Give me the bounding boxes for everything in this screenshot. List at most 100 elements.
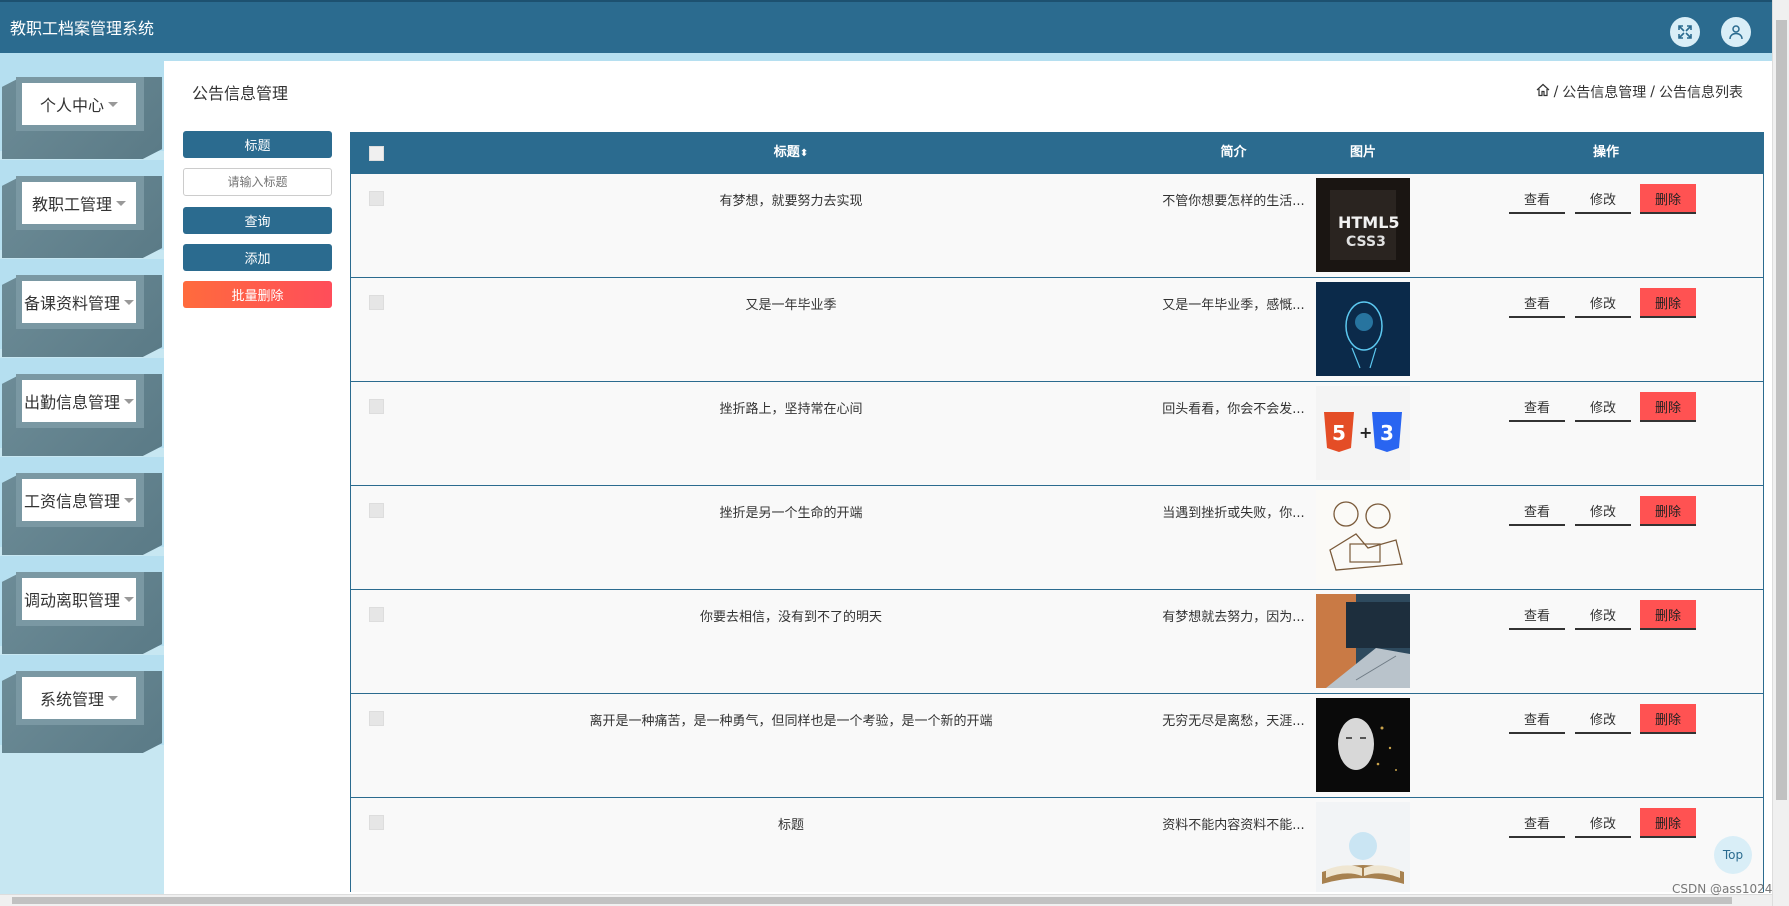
vertical-scrollbar[interactable] [1772,0,1789,906]
table-row: 你要去相信，没有到不了的明天 有梦想就去努力，因为... 查看 修改 删除 [351,590,1763,694]
row-title: 挫折是另一个生命的开端 [719,506,863,521]
delete-button[interactable]: 删除 [1640,392,1696,422]
title-field-label: 标题 [183,131,332,158]
edit-button[interactable]: 修改 [1575,704,1631,734]
query-button[interactable]: 查询 [183,207,332,234]
column-header-image: 图片 [1349,145,1376,160]
breadcrumb-level-2: 公告信息列表 [1659,85,1743,101]
edit-button[interactable]: 修改 [1575,496,1631,526]
delete-button[interactable]: 删除 [1640,288,1696,318]
edit-button[interactable]: 修改 [1575,288,1631,318]
sidebar-item-personal-center[interactable]: 个人中心 [0,61,164,159]
view-button[interactable]: 查看 [1509,392,1565,422]
delete-button[interactable]: 删除 [1640,600,1696,630]
page-title: 公告信息管理 [192,84,289,103]
table-row: 又是一年毕业季 又是一年毕业季，感慨... 查看 修改 删除 [351,278,1763,382]
row-title: 标题 [777,818,804,833]
sidebar-item-label: 出勤信息管理 [23,393,120,412]
search-input[interactable] [183,168,332,196]
header-underline [0,53,1772,61]
row-image [1316,490,1410,584]
row-title: 挫折路上，坚持常在心间 [719,402,863,417]
notice-table: 标题⬍ 简介 图片 操作 有梦想，就要努力去实现 不管你想要怎样的生活... H… [350,132,1764,892]
sidebar-item-label: 系统管理 [39,690,104,709]
chevron-down-icon [124,497,134,503]
column-header-title[interactable]: 标题⬍ [501,132,1081,174]
sort-icon[interactable]: ⬍ [800,148,808,159]
edit-button[interactable]: 修改 [1575,808,1631,838]
watermark: CSDN @ass1024 [1672,882,1773,896]
expand-icon[interactable] [1670,17,1700,47]
view-button[interactable]: 查看 [1509,288,1565,318]
sidebar-item-transfer-resign[interactable]: 调动离职管理 [0,556,164,654]
batch-delete-button[interactable]: 批量删除 [183,281,332,308]
table-row: 挫折是另一个生命的开端 当遇到挫折或失败，你... 查看 修改 删除 [351,486,1763,590]
horizontal-scrollbar[interactable] [0,894,1772,906]
edit-button[interactable]: 修改 [1575,600,1631,630]
delete-button[interactable]: 删除 [1640,808,1696,838]
row-image [1316,594,1410,688]
back-to-top-button[interactable]: Top [1714,836,1752,874]
view-button[interactable]: 查看 [1509,704,1565,734]
sidebar-item-label: 个人中心 [39,96,104,115]
row-checkbox[interactable] [369,815,384,830]
view-button[interactable]: 查看 [1509,496,1565,526]
user-icon[interactable] [1721,17,1751,47]
sidebar-item-label: 教职工管理 [31,195,112,214]
svg-text:+: + [1359,423,1372,442]
svg-text:5: 5 [1332,421,1346,445]
delete-button[interactable]: 删除 [1640,184,1696,214]
chevron-down-icon [116,200,126,206]
view-button[interactable]: 查看 [1509,600,1565,630]
chevron-down-icon [108,101,118,107]
sidebar-item-label: 工资信息管理 [23,492,120,511]
sidebar-item-system[interactable]: 系统管理 [0,655,164,753]
scrollbar-thumb[interactable] [12,897,1732,904]
svg-text:HTML5: HTML5 [1338,213,1400,232]
row-title: 有梦想，就要努力去实现 [719,194,863,209]
row-image [1316,802,1410,892]
svg-text:3: 3 [1380,421,1394,445]
table-row: 挫折路上，坚持常在心间 回头看看，你会不会发... 5 +3 查看 修改 删除 [351,382,1763,486]
row-title: 离开是一种痛苦，是一种勇气，但同样也是一个考验，是一个新的开端 [589,714,993,729]
table-header: 标题⬍ 简介 图片 操作 [351,132,1763,174]
sidebar-item-label: 调动离职管理 [23,591,120,610]
edit-button[interactable]: 修改 [1575,392,1631,422]
breadcrumb-separator: / [1650,84,1655,100]
sidebar-item-salary[interactable]: 工资信息管理 [0,457,164,555]
sidebar-item-label: 备课资料管理 [23,294,120,313]
row-image: HTML5 CSS3 [1316,178,1410,272]
row-checkbox[interactable] [369,295,384,310]
sidebar: 个人中心 教职工管理 备课资料管理 出勤信息管理 工资信息管理 调动离职管理 系… [0,61,164,906]
row-checkbox[interactable] [369,191,384,206]
sidebar-item-lesson-materials[interactable]: 备课资料管理 [0,259,164,357]
add-button[interactable]: 添加 [183,244,332,271]
row-checkbox[interactable] [369,399,384,414]
home-icon[interactable] [1536,83,1550,101]
chevron-down-icon [124,299,134,305]
row-image [1316,698,1410,792]
row-title: 又是一年毕业季 [745,298,837,313]
view-button[interactable]: 查看 [1509,808,1565,838]
view-button[interactable]: 查看 [1509,184,1565,214]
row-title: 你要去相信，没有到不了的明天 [699,610,882,625]
table-row: 有梦想，就要努力去实现 不管你想要怎样的生活... HTML5 CSS3 查看 修… [351,174,1763,278]
select-all-checkbox[interactable] [369,146,384,161]
delete-button[interactable]: 删除 [1640,496,1696,526]
row-image: 5 +3 [1316,386,1410,480]
breadcrumb-separator: / [1553,84,1559,100]
sidebar-item-attendance[interactable]: 出勤信息管理 [0,358,164,456]
svg-text:CSS3: CSS3 [1346,234,1386,250]
row-checkbox[interactable] [369,711,384,726]
edit-button[interactable]: 修改 [1575,184,1631,214]
chevron-down-icon [124,398,134,404]
breadcrumb-level-1[interactable]: 公告信息管理 [1562,82,1646,102]
row-checkbox[interactable] [369,607,384,622]
chevron-down-icon [124,596,134,602]
delete-button[interactable]: 删除 [1640,704,1696,734]
sidebar-item-staff-management[interactable]: 教职工管理 [0,160,164,258]
row-checkbox[interactable] [369,503,384,518]
scrollbar-thumb[interactable] [1776,20,1787,800]
breadcrumb: / 公告信息管理 / 公告信息列表 [1536,82,1743,102]
row-image [1316,282,1410,376]
